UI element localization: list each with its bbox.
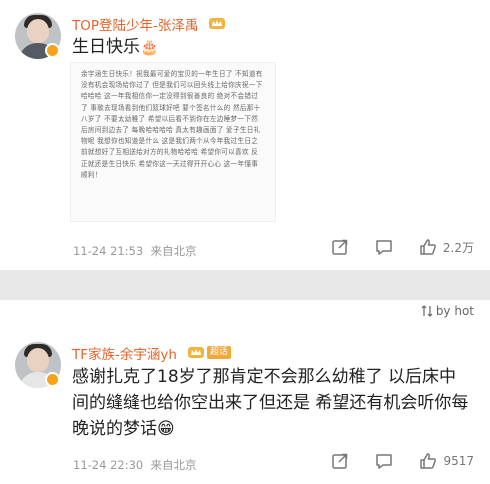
comment-icon bbox=[376, 454, 393, 469]
location: 来自北京 bbox=[150, 244, 197, 258]
comment-text: 感谢扎克了18岁了那肯定不会那么幼稚了 以后床中间的缝缝也给你空出来了但还是 希… bbox=[72, 367, 469, 439]
username[interactable]: TF家族-余宇涵yh bbox=[72, 343, 177, 363]
crown-icon bbox=[188, 347, 204, 358]
comment-button[interactable] bbox=[375, 452, 393, 470]
share-icon bbox=[332, 453, 348, 469]
comment-icon bbox=[376, 240, 392, 255]
long-text-image[interactable]: 余宇涵生日快乐！祝我最可爱的宝贝的一年生日了 不知道有没有机会现场给你过了 但是… bbox=[70, 62, 276, 222]
weibo-post: TOP登陆少年-张泽禹 生日快乐🎂 余宇涵生日快乐！祝我最可爱的宝贝的一年生日了… bbox=[0, 0, 490, 270]
like-button[interactable]: 2.2万 bbox=[419, 238, 474, 256]
comment-meta: 11-24 22:30 来自北京 bbox=[73, 457, 197, 473]
timestamp: 11-24 22:30 bbox=[73, 458, 144, 472]
timestamp: 11-24 21:53 bbox=[73, 244, 144, 258]
action-bar: 9517 bbox=[305, 452, 474, 470]
crown-icon bbox=[209, 18, 225, 29]
sort-bar: by hot bbox=[0, 300, 490, 326]
like-count: 2.2万 bbox=[442, 240, 474, 255]
post-meta: 11-24 21:53 来自北京 bbox=[73, 243, 197, 259]
comment-button[interactable] bbox=[375, 238, 393, 256]
divider bbox=[0, 270, 490, 300]
sort-icon bbox=[421, 305, 433, 317]
action-bar: 2.2万 bbox=[305, 238, 474, 256]
sort-by-hot-button[interactable]: by hot bbox=[421, 304, 474, 318]
thumbs-up-icon bbox=[420, 239, 436, 255]
image-text: 余宇涵生日快乐！祝我最可爱的宝贝的一年生日了 不知道有没有机会现场给你过了 但是… bbox=[81, 70, 263, 179]
share-icon bbox=[332, 239, 348, 255]
post-content: 生日快乐🎂 bbox=[72, 34, 159, 60]
cake-emoji: 🎂 bbox=[140, 38, 159, 56]
verified-badge-icon bbox=[45, 372, 60, 387]
weibo-comment: TF家族-余宇涵yh 超话 感谢扎克了18岁了那肯定不会那么幼稚了 以后床中间的… bbox=[0, 326, 490, 484]
like-count: 9517 bbox=[443, 454, 474, 468]
verified-badge-icon bbox=[45, 43, 60, 58]
vip-badge: 超话 bbox=[207, 346, 232, 359]
comment-content: 感谢扎克了18岁了那肯定不会那么幼稚了 以后床中间的缝缝也给你空出来了但还是 希… bbox=[72, 364, 472, 442]
like-button[interactable]: 9517 bbox=[419, 452, 474, 470]
location: 来自北京 bbox=[150, 458, 197, 472]
thumbs-up-icon bbox=[420, 453, 437, 469]
sort-label: by hot bbox=[435, 304, 474, 318]
share-button[interactable] bbox=[331, 452, 349, 470]
username[interactable]: TOP登陆少年-张泽禹 bbox=[72, 14, 198, 34]
share-button[interactable] bbox=[331, 238, 349, 256]
grin-emoji: 😁 bbox=[157, 419, 175, 439]
post-text: 生日快乐 bbox=[72, 37, 140, 57]
